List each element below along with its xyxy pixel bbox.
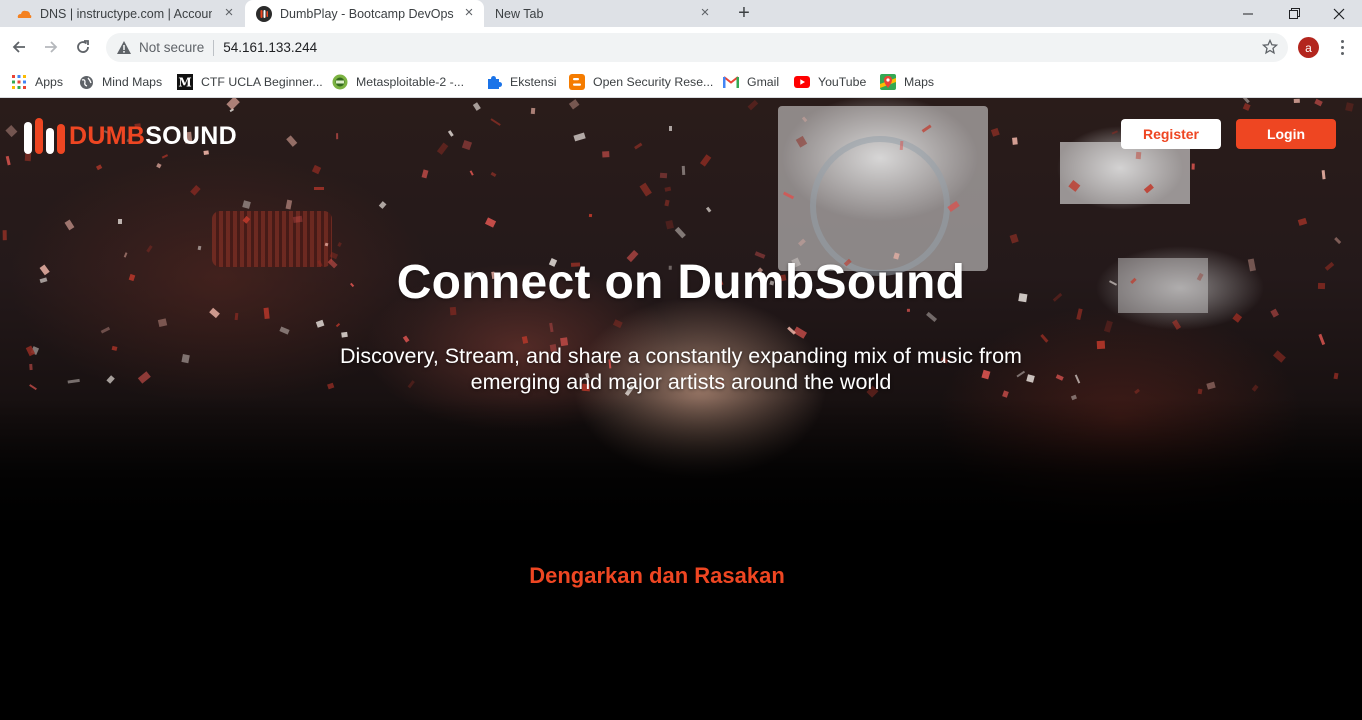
puzzle-icon	[486, 74, 502, 90]
tab-title: DumbPlay - Bootcamp DevOps	[280, 6, 454, 21]
gmail-icon	[723, 74, 739, 90]
tab-dns-instructype[interactable]: DNS | instructype.com | Account ×	[0, 0, 244, 27]
forward-button[interactable]	[39, 35, 63, 59]
close-tab-icon[interactable]: ×	[698, 5, 712, 20]
bookmark-label: YouTube	[818, 75, 867, 89]
youtube-icon	[794, 74, 810, 90]
bookmark-label: Gmail	[747, 75, 780, 89]
bookmark-star-icon[interactable]	[1261, 38, 1279, 55]
cloudflare-icon	[16, 6, 32, 22]
bookmark-open-security[interactable]: Open Security Rese...	[569, 72, 713, 92]
hero-bg-screen	[1060, 142, 1190, 204]
new-tab-button[interactable]: +	[734, 3, 754, 23]
bookmark-ekstensi[interactable]: Ekstensi	[486, 72, 556, 92]
bookmark-maps[interactable]: Maps	[880, 72, 934, 92]
apps-grid-icon	[11, 74, 27, 90]
minimize-button[interactable]	[1225, 0, 1271, 27]
svg-text:M: M	[178, 76, 191, 90]
bookmark-youtube[interactable]: YouTube	[794, 72, 866, 92]
hero-section: DUMBSOUND Register Login Connect on Dumb…	[0, 98, 1362, 538]
bookmark-label: Mind Maps	[102, 75, 163, 89]
medium-icon: M	[177, 74, 193, 90]
hero-subtitle: Discovery, Stream, and share a constantl…	[340, 344, 1022, 394]
maximize-button[interactable]	[1271, 0, 1317, 27]
warning-icon[interactable]	[116, 40, 132, 56]
browser-tab-strip: DNS | instructype.com | Account × DumbPl…	[0, 0, 1362, 27]
close-window-button[interactable]	[1316, 0, 1362, 27]
security-status[interactable]: Not secure	[139, 40, 204, 55]
close-tab-icon[interactable]: ×	[462, 5, 476, 20]
bookmark-label: Metasploitable-2 -...	[356, 75, 464, 89]
globe-icon	[78, 74, 94, 90]
maps-icon	[880, 74, 896, 90]
address-divider	[213, 39, 215, 56]
reload-button[interactable]	[71, 35, 95, 59]
page-content: DUMBSOUND Register Login Connect on Dumb…	[0, 98, 1362, 720]
blogger-icon	[569, 74, 585, 90]
arrow-right-icon	[45, 41, 58, 53]
tab-title: DNS | instructype.com | Account	[40, 6, 212, 21]
bookmark-metasploitable[interactable]: Metasploitable-2 -...	[332, 72, 464, 92]
bookmark-label: Open Security Rese...	[593, 75, 714, 89]
reload-icon	[77, 40, 89, 53]
bookmarks-bar: Apps Mind Maps M CTF UCLA Beginner... Me…	[0, 67, 1362, 98]
logo-bars-icon	[24, 118, 65, 154]
address-bar[interactable]: Not secure 54.161.133.244	[106, 33, 1288, 62]
bookmark-gmail[interactable]: Gmail	[723, 72, 779, 92]
bookmark-label: Apps	[35, 75, 64, 89]
arrow-left-icon	[12, 41, 25, 53]
site-logo[interactable]: DUMBSOUND	[24, 118, 237, 154]
tab-dumbplay[interactable]: DumbPlay - Bootcamp DevOps ×	[245, 0, 484, 27]
close-tab-icon[interactable]: ×	[222, 5, 236, 20]
hero-bg-crowd-shadow	[0, 398, 1362, 538]
logo-wordmark-sound: SOUND	[145, 121, 237, 150]
browser-menu-icon[interactable]	[1334, 37, 1350, 57]
register-button[interactable]: Register	[1121, 119, 1221, 149]
logo-wordmark: DUMBSOUND	[69, 122, 237, 151]
hero-title: Connect on DumbSound	[396, 256, 966, 309]
back-button[interactable]	[7, 35, 31, 59]
browser-toolbar: Not secure 54.161.133.244 a	[0, 27, 1362, 67]
tab-new-tab[interactable]: New Tab ×	[484, 0, 720, 27]
dumbsound-favicon-icon	[256, 5, 272, 22]
bookmark-label: Ekstensi	[510, 75, 557, 89]
logo-wordmark-dumb: DUMB	[69, 121, 146, 150]
bookmark-ctf-ucla[interactable]: M CTF UCLA Beginner...	[177, 72, 323, 92]
bookmark-label: CTF UCLA Beginner...	[201, 75, 323, 89]
url-text[interactable]: 54.161.133.244	[223, 40, 317, 55]
profile-avatar[interactable]: a	[1298, 37, 1319, 58]
bookmark-label: Maps	[904, 75, 935, 89]
tab-title: New Tab	[495, 6, 544, 21]
login-button[interactable]: Login	[1236, 119, 1336, 149]
metasploit-icon	[332, 74, 348, 90]
bookmark-apps[interactable]: Apps	[11, 72, 63, 92]
section-title: Dengarkan dan Rasakan	[529, 563, 785, 588]
bookmark-mind-maps[interactable]: Mind Maps	[78, 72, 162, 92]
